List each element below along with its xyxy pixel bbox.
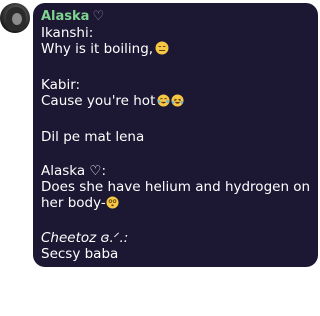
quote-text: her body- [41,195,310,213]
quote-author: Kabir: [41,77,81,93]
avatar-face-shape [12,13,22,25]
quote-text: Secsy baba [41,246,119,262]
sender-name[interactable]: Alaska [41,9,89,24]
sender-header: Alaska ♡ [41,8,310,25]
quote-author: Alaska ♡: [41,163,107,179]
quote-text: Cause you're hot [41,93,310,111]
message-bubble[interactable]: Alaska ♡ Ikanshi: Why is it boiling, Kabi… [33,3,318,267]
crying-face-icon [157,94,170,111]
dizzy-face-icon [106,196,119,213]
quote-author: Cheetoz ɞ.ᐟ.: [41,230,129,246]
heart-icon: ♡ [92,9,105,24]
quote-text: Does she have helium and hydrogen on [41,179,311,195]
avatar[interactable] [0,3,30,33]
laughing-face-icon [171,94,184,111]
expressionless-face-icon [155,41,169,59]
quote-author: Ikanshi: [41,25,94,41]
quote-text: Why is it boiling, [41,41,310,59]
message-text: Dil pe mat lena [41,129,145,145]
